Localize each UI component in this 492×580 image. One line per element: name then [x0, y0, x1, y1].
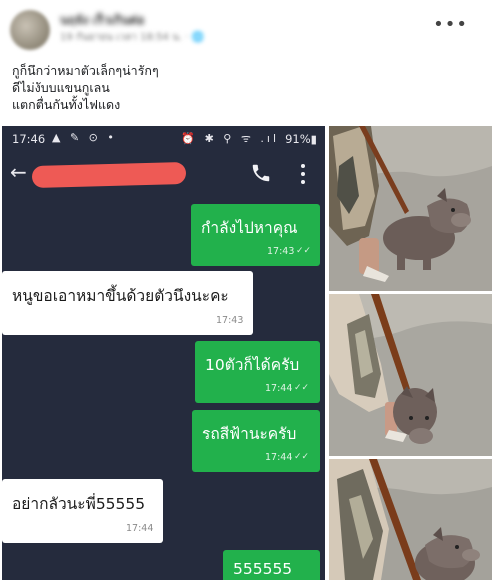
message-text: 10ตัวก็ได้ครับ [205, 356, 300, 374]
system-icons: ⏰ ✱ ⚲ ᯤ .ıl [181, 132, 279, 145]
message-bubble-outgoing[interactable]: กำลังไปหาคุณ 17:43 ✓✓ [191, 204, 320, 266]
notification-icons: ▲ ✎ ⊙ • [52, 131, 117, 144]
chat-header: ← [2, 152, 325, 196]
photo-content [329, 294, 492, 456]
post-timestamp[interactable]: 19 กันยายน เวลา 18:54 น. · 🌐 [60, 30, 204, 45]
caption-line: กูก็นึกว่าหมาตัวเล็กๆน่ารักๆ [12, 63, 159, 78]
chat-screenshot[interactable]: 17:46 ▲ ✎ ⊙ • ⏰ ✱ ⚲ ᯤ .ıl 91%▮ ← กำลังไป… [2, 126, 325, 580]
dog-photo[interactable] [329, 459, 492, 580]
back-arrow-icon[interactable]: ← [10, 160, 27, 184]
status-bar: 17:46 ▲ ✎ ⊙ • ⏰ ✱ ⚲ ᯤ .ıl 91%▮ [2, 126, 325, 152]
caption-line: ดีไม่งับบแขนกูเลน [12, 80, 110, 95]
read-check-icon: ✓✓ [296, 246, 312, 256]
message-text: รถสีฟ้านะครับ [202, 425, 297, 443]
author-name[interactable]: นฤจัง เร็วเกินต่อ [60, 11, 144, 30]
message-text: หนูขอเอาหมาขึ้นด้วยตัวนึงนะคะ [12, 287, 229, 305]
read-check-icon: ✓✓ [294, 452, 310, 462]
battery-level: 91%▮ [285, 132, 317, 146]
message-text: อย่ากลัวนะพี่55555 [12, 495, 146, 513]
message-time: 17:44 [265, 383, 293, 394]
message-bubble-outgoing[interactable]: 555555 [223, 550, 320, 580]
photo-content [329, 126, 492, 291]
kebab-menu-icon[interactable] [299, 162, 307, 186]
photo-content [329, 459, 492, 580]
read-check-icon: ✓✓ [294, 383, 310, 393]
message-bubble-outgoing[interactable]: 10ตัวก็ได้ครับ 17:44 ✓✓ [195, 341, 320, 403]
dog-photo[interactable] [329, 126, 492, 291]
message-text: กำลังไปหาคุณ [201, 219, 298, 237]
more-options-button[interactable]: ••• [433, 14, 468, 35]
message-bubble-incoming[interactable]: หนูขอเอาหมาขึ้นด้วยตัวนึงนะคะ 17:43 [2, 271, 253, 335]
message-time: 17:44 [126, 523, 154, 534]
post-caption: กูก็นึกว่าหมาตัวเล็กๆน่ารักๆ ดีไม่งับบแข… [12, 62, 472, 113]
redacted-contact-name [31, 161, 187, 189]
message-time: 17:43 [267, 246, 295, 257]
message-bubble-incoming[interactable]: อย่ากลัวนะพี่55555 17:44 [2, 479, 163, 543]
avatar[interactable] [10, 10, 50, 50]
message-time: 17:43 [216, 315, 244, 326]
message-time: 17:44 [265, 452, 293, 463]
post-header: นฤจัง เร็วเกินต่อ 19 กันยายน เวลา 18:54 … [0, 0, 492, 58]
ellipsis-icon: ••• [433, 14, 468, 35]
caption-line: แตกตื่นกันทั้งไฟแดง [12, 97, 121, 112]
status-time: 17:46 [12, 132, 46, 146]
message-text: 555555 [233, 560, 293, 578]
message-bubble-outgoing[interactable]: รถสีฟ้านะครับ 17:44 ✓✓ [192, 410, 320, 472]
phone-icon[interactable] [250, 162, 272, 184]
dog-photo[interactable] [329, 294, 492, 456]
